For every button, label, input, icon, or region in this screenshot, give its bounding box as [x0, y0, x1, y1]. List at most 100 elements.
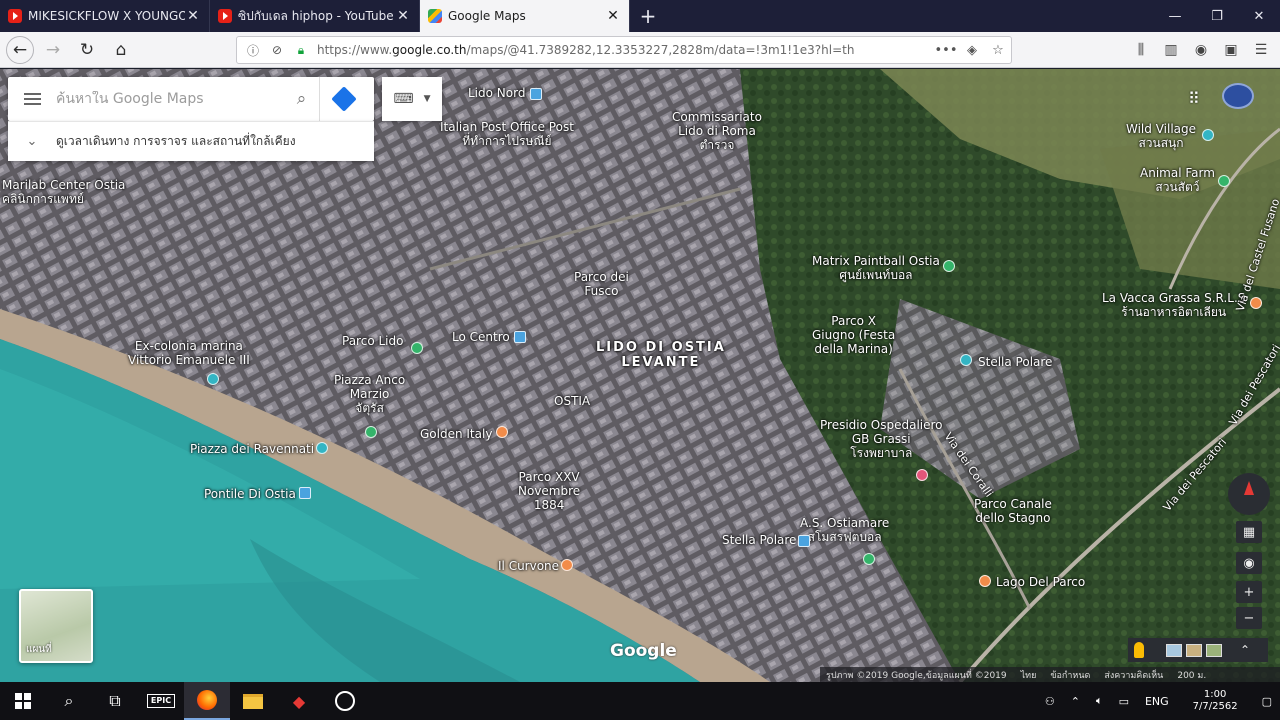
place-label[interactable]: Italian Post Office Post ที่ทำการไปรษณีย…	[440, 120, 574, 149]
square-pin-icon[interactable]	[365, 426, 377, 438]
place-label[interactable]: Wild Village สวนสนุก	[1126, 122, 1196, 151]
directions-button[interactable]	[320, 77, 368, 121]
place-label[interactable]: Il Curvone	[498, 559, 559, 574]
bookmark-star-icon[interactable]: ☆	[985, 43, 1011, 58]
apps-grid-icon[interactable]: ⠿	[1188, 89, 1204, 108]
minimize-button[interactable]: —	[1154, 0, 1196, 32]
place-label[interactable]: Stella Polare	[978, 355, 1052, 370]
menu-icon[interactable]: ☰	[1246, 36, 1276, 64]
place-label[interactable]: Lago Del Parco	[996, 575, 1085, 590]
paintball-pin-icon[interactable]	[943, 260, 955, 272]
imagery-thumbnail[interactable]	[1186, 643, 1202, 657]
url-text[interactable]: https://www.google.co.th/maps/@41.738928…	[317, 43, 933, 57]
close-tab-icon[interactable]: ✕	[605, 8, 621, 24]
epic-games-button[interactable]: EPIC	[138, 682, 184, 720]
network-icon[interactable]: ▭	[1111, 695, 1137, 708]
place-label[interactable]: A.S. Ostiamare สโมสรฟุตบอล	[800, 516, 889, 545]
close-tab-icon[interactable]: ✕	[185, 8, 201, 24]
search-taskbar-button[interactable]: ⌕	[46, 682, 92, 720]
amusement-pin-icon[interactable]	[1202, 129, 1214, 141]
maximize-button[interactable]: ❐	[1196, 0, 1238, 32]
restaurant-pin-icon[interactable]	[1250, 297, 1262, 309]
zoo-pin-icon[interactable]	[1218, 175, 1230, 187]
avatar[interactable]	[1222, 83, 1254, 109]
firefox-button[interactable]	[184, 682, 230, 720]
notifications-icon[interactable]: ▢	[1254, 695, 1280, 708]
sidebar-icon[interactable]: ▥	[1156, 36, 1186, 64]
start-button[interactable]	[0, 682, 46, 720]
new-tab-button[interactable]: +	[630, 0, 666, 32]
chevron-up-icon[interactable]: ⌃	[1240, 643, 1250, 657]
restaurant-pin-icon[interactable]	[561, 559, 573, 571]
library-icon[interactable]: ⫼	[1126, 36, 1156, 64]
page-actions-icon[interactable]: •••	[933, 43, 959, 58]
volume-icon[interactable]: 🔈︎	[1088, 694, 1111, 708]
imagery-thumbnail[interactable]	[1166, 643, 1182, 657]
back-button[interactable]: ←	[6, 35, 34, 64]
tilt-button[interactable]: ▦	[1236, 521, 1262, 543]
home-button[interactable]: ⌂	[106, 35, 136, 65]
info-icon[interactable]: ⓘ	[245, 42, 261, 58]
transit-pin-icon[interactable]	[514, 331, 526, 343]
place-label[interactable]: Lo Centro	[452, 330, 510, 345]
place-label[interactable]: Parco Lido	[342, 334, 403, 349]
tab-youtube-2[interactable]: ซิปกับเดล hiphop - YouTube ✕	[210, 0, 420, 32]
people-icon[interactable]: ⚇	[1037, 695, 1063, 708]
search-icon[interactable]: ⌕	[284, 77, 320, 121]
imagery-thumbnail[interactable]	[1206, 643, 1222, 657]
language-indicator[interactable]: ENG	[1137, 695, 1177, 708]
tab-google-maps[interactable]: Google Maps ✕	[420, 0, 630, 32]
place-pin-icon[interactable]	[207, 373, 219, 385]
explore-nearby-bar[interactable]: ⌄ ดูเวลาเดินทาง การจราจร และสถานที่ใกล้เ…	[8, 121, 374, 161]
close-tab-icon[interactable]: ✕	[395, 8, 411, 24]
place-label[interactable]: Parco X Giugno (Festa della Marina)	[812, 314, 895, 356]
place-label[interactable]: La Vacca Grassa S.R.L.S ร้านอาหารอิตาเลี…	[1102, 291, 1245, 320]
tab-youtube-1[interactable]: MIKESICKFLOW X YOUNGOHM ✕	[0, 0, 210, 32]
terms-link[interactable]: ข้อกำหนด	[1050, 668, 1090, 682]
stadium-pin-icon[interactable]	[863, 553, 875, 565]
place-label[interactable]: Pontile Di Ostia	[204, 487, 296, 502]
game-app-button[interactable]: ◆	[276, 682, 322, 720]
zoom-out-button[interactable]: −	[1236, 607, 1262, 629]
input-tools-button[interactable]: ⌨ ▼	[382, 77, 442, 121]
lock-icon[interactable]: 🔒︎	[293, 42, 309, 58]
file-explorer-button[interactable]	[230, 682, 276, 720]
place-pin-icon[interactable]	[979, 575, 991, 587]
place-label[interactable]: Commissariato Lido di Roma ตำรวจ	[672, 110, 762, 152]
address-bar[interactable]: ⓘ ⊘ 🔒︎ https://www.google.co.th/maps/@41…	[236, 36, 1012, 64]
forward-button[interactable]: →	[38, 35, 68, 65]
transit-pin-icon[interactable]	[530, 88, 542, 100]
place-label[interactable]: OSTIA	[554, 394, 590, 409]
menu-icon[interactable]	[8, 77, 56, 121]
pocket-icon[interactable]: ◈	[959, 43, 985, 58]
scale-label[interactable]: 200 ม.	[1177, 668, 1206, 682]
place-label[interactable]: Stella Polare	[722, 533, 796, 548]
map-type-toggle[interactable]: แผนที่	[19, 589, 93, 663]
compass-button[interactable]	[1228, 473, 1270, 515]
language-link[interactable]: ไทย	[1021, 668, 1037, 682]
tracking-protection-icon[interactable]: ⊘	[269, 42, 285, 58]
place-label[interactable]: Parco XXV Novembre 1884	[518, 470, 580, 512]
chevron-down-icon[interactable]: ⌄	[8, 134, 56, 149]
place-pin-icon[interactable]	[316, 442, 328, 454]
pegman-icon[interactable]	[1134, 642, 1144, 658]
map-view[interactable]: Lido Nord Italian Post Office Post ที่ทำ…	[0, 69, 1280, 682]
clock[interactable]: 1:00 7/7/2562	[1177, 689, 1254, 714]
reload-button[interactable]: ↻	[72, 35, 102, 65]
park-pin-icon[interactable]	[411, 342, 423, 354]
place-label[interactable]: Golden Italy	[420, 427, 492, 442]
place-label[interactable]: Piazza Anco Marzio จัตุรัส	[334, 373, 405, 415]
search-input[interactable]	[56, 91, 284, 107]
place-label[interactable]: Matrix Paintball Ostia ศูนย์เพนท์บอล	[812, 254, 940, 283]
chrome-button[interactable]	[322, 682, 368, 720]
restaurant-pin-icon[interactable]	[496, 426, 508, 438]
pier-pin-icon[interactable]	[299, 487, 311, 499]
task-view-button[interactable]: ⧉	[92, 682, 138, 720]
zoom-in-button[interactable]: +	[1236, 581, 1262, 603]
sync-icon[interactable]: ◉	[1186, 36, 1216, 64]
hospital-pin-icon[interactable]	[916, 469, 928, 481]
place-label[interactable]: Parco Canale dello Stagno	[974, 497, 1052, 526]
place-label[interactable]: Parco dei Fusco	[574, 270, 629, 299]
place-label[interactable]: Ex-colonia marina Vittorio Emanuele III	[128, 339, 250, 368]
place-pin-icon[interactable]	[960, 354, 972, 366]
